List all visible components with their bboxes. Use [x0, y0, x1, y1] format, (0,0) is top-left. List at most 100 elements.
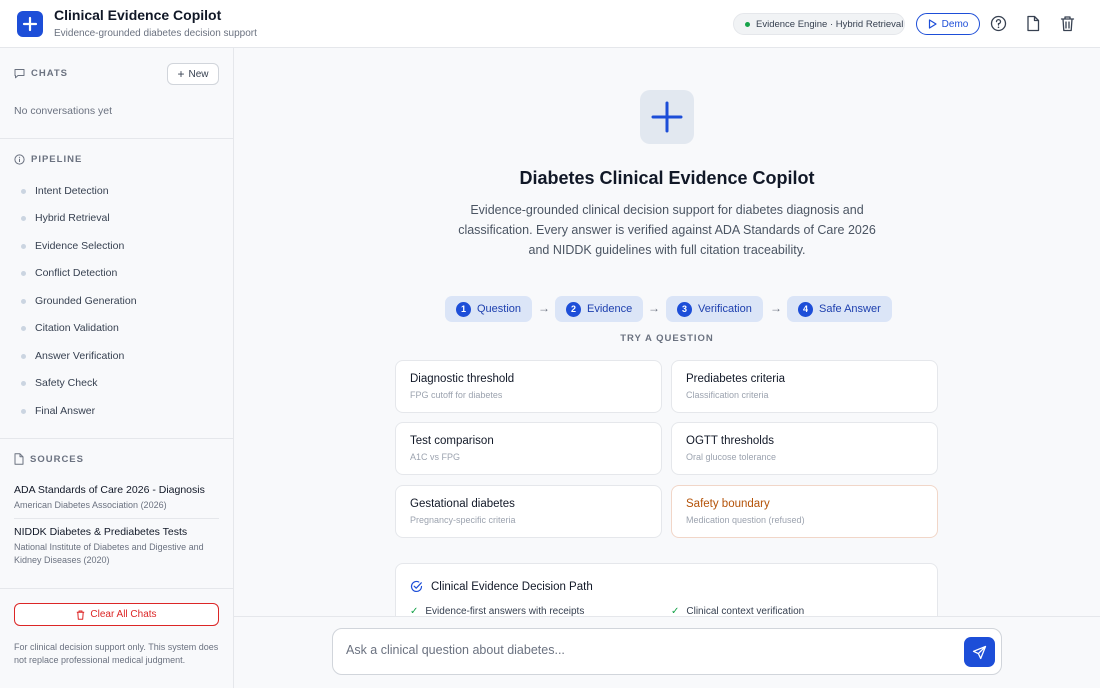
app-logo [17, 11, 43, 37]
disclaimer-text: For clinical decision support only. This… [14, 642, 219, 665]
question-card-test-comparison[interactable]: Test comparison A1C vs FPG [395, 422, 662, 475]
step-verification: 3 Verification [666, 296, 763, 322]
empty-chats-text: No conversations yet [14, 105, 113, 117]
engine-status-badge: Evidence Engine · Hybrid Retrieval [733, 13, 905, 35]
source-item[interactable]: ADA Standards of Care 2026 - Diagnosis A… [14, 484, 219, 512]
status-dot-icon [745, 21, 750, 27]
try-question-label: TRY A QUESTION [620, 333, 714, 344]
source-org: National Institute of Diabetes and Diges… [14, 542, 204, 565]
divider [14, 518, 219, 519]
hero-logo [640, 90, 694, 144]
question-subtitle: Medication question (refused) [686, 515, 805, 525]
chats-heading: CHATS [14, 68, 68, 79]
path-item: ✓ Clinical context verification [671, 606, 805, 616]
source-org: American Diabetes Association (2026) [14, 500, 167, 510]
check-icon: ✓ [410, 606, 419, 616]
question-card-ogtt-thresholds[interactable]: OGTT thresholds Oral glucose tolerance [671, 422, 938, 475]
bullet-icon [21, 380, 26, 386]
trash-icon [1060, 15, 1074, 31]
question-title: OGTT thresholds [686, 435, 774, 447]
bullet-icon [21, 243, 26, 249]
bullet-icon [21, 215, 26, 221]
divider [0, 138, 233, 139]
plus-icon [22, 16, 38, 32]
bullet-icon [21, 408, 26, 414]
file-icon [14, 453, 24, 465]
composer-bar [234, 616, 1100, 688]
help-icon [990, 15, 1006, 31]
clear-all-chats-button[interactable]: Clear All Chats [14, 603, 219, 626]
pipeline-step: Safety Check [21, 377, 97, 389]
step-number: 1 [456, 301, 471, 317]
pipeline-step: Citation Validation [21, 322, 119, 334]
step-number: 2 [566, 301, 581, 317]
trash-icon [77, 610, 85, 620]
plus-icon [651, 101, 683, 133]
pipeline-step: Hybrid Retrieval [21, 212, 110, 224]
composer [332, 628, 1002, 675]
engine-status-text: Evidence Engine · Hybrid Retrieval [756, 18, 904, 30]
check-icon: ✓ [671, 606, 680, 616]
document-button[interactable] [1024, 14, 1042, 32]
send-icon [972, 645, 987, 659]
send-button[interactable] [964, 637, 995, 667]
question-title: Gestational diabetes [410, 498, 515, 510]
info-icon [14, 154, 25, 165]
question-subtitle: Classification criteria [686, 390, 769, 400]
pipeline-step: Evidence Selection [21, 240, 124, 252]
bullet-icon [21, 270, 26, 276]
question-title: Prediabetes criteria [686, 373, 786, 385]
step-label: Safe Answer [819, 303, 881, 315]
step-label: Verification [698, 303, 752, 315]
app-subtitle: Evidence-grounded diabetes decision supp… [54, 28, 257, 39]
divider [0, 588, 233, 589]
step-safe-answer: 4 Safe Answer [787, 296, 892, 322]
app-header: Clinical Evidence Copilot Evidence-groun… [0, 0, 1100, 48]
demo-button[interactable]: Demo [916, 13, 980, 35]
pipeline-step: Answer Verification [21, 350, 124, 362]
bullet-icon [21, 298, 26, 304]
bullet-icon [21, 325, 26, 331]
question-card-gestational-diabetes[interactable]: Gestational diabetes Pregnancy-specific … [395, 485, 662, 538]
question-subtitle: A1C vs FPG [410, 452, 461, 462]
source-title: ADA Standards of Care 2026 - Diagnosis [14, 484, 205, 496]
question-title: Test comparison [410, 435, 494, 447]
arrow-icon: → [538, 301, 550, 315]
pipeline-step: Final Answer [21, 405, 95, 417]
pipeline-step: Grounded Generation [21, 295, 137, 307]
check-circle-icon [410, 580, 423, 593]
question-card-prediabetes-criteria[interactable]: Prediabetes criteria Classification crit… [671, 360, 938, 413]
arrow-icon: → [648, 301, 660, 315]
main-panel: Diabetes Clinical Evidence Copilot Evide… [234, 48, 1100, 616]
play-icon [928, 19, 937, 29]
sources-heading: SOURCES [14, 453, 84, 465]
divider [0, 438, 233, 439]
question-title: Diagnostic threshold [410, 373, 515, 385]
chat-icon [14, 69, 25, 79]
delete-button[interactable] [1058, 14, 1076, 32]
new-chat-button[interactable]: + New [167, 63, 219, 85]
arrow-icon: → [770, 301, 782, 315]
page-description: Evidence-grounded clinical decision supp… [458, 203, 876, 257]
question-subtitle: Oral glucose tolerance [686, 452, 777, 462]
plus-icon: + [177, 67, 185, 81]
pipeline-heading: PIPELINE [14, 154, 82, 165]
document-icon [1027, 15, 1040, 31]
question-title: Safety boundary [686, 498, 770, 510]
help-button[interactable] [989, 14, 1007, 32]
path-item: ✓ Evidence-first answers with receipts [410, 606, 585, 616]
question-subtitle: Pregnancy-specific criteria [410, 515, 516, 525]
question-card-diagnostic-threshold[interactable]: Diagnostic threshold FPG cutoff for diab… [395, 360, 662, 413]
step-question: 1 Question [445, 296, 533, 322]
step-label: Evidence [587, 303, 633, 315]
question-input[interactable] [346, 643, 936, 657]
step-evidence: 2 Evidence [555, 296, 644, 322]
step-number: 4 [798, 301, 813, 317]
pipeline-step: Intent Detection [21, 185, 109, 197]
pipeline-step: Conflict Detection [21, 267, 117, 279]
decision-path-title: Clinical Evidence Decision Path [410, 580, 593, 593]
decision-path-card: Clinical Evidence Decision Path ✓ Eviden… [395, 563, 938, 616]
question-card-safety-boundary[interactable]: Safety boundary Medication question (ref… [671, 485, 938, 538]
sidebar: CHATS + New No conversations yet PIPELIN… [0, 48, 234, 688]
source-item[interactable]: NIDDK Diabetes & Prediabetes Tests Natio… [14, 526, 219, 567]
